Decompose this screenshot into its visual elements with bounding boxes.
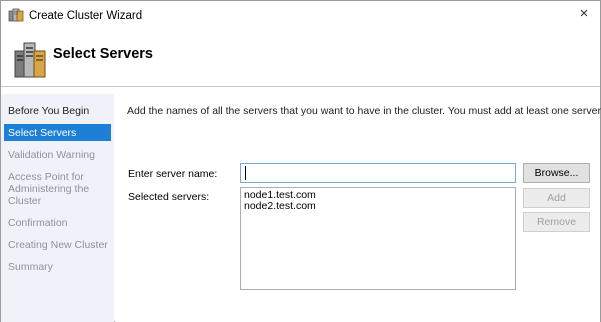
wizard-content: Add the names of all the servers that yo… [115, 94, 601, 322]
remove-button[interactable]: Remove [523, 212, 590, 232]
step-before-you-begin[interactable]: Before You Begin [4, 102, 111, 119]
title-bar: Create Cluster Wizard × [1, 1, 600, 30]
instructions-text: Add the names of all the servers that yo… [127, 105, 601, 117]
wizard-header: Select Servers [1, 30, 600, 86]
create-cluster-wizard-window: Create Cluster Wizard × Select Servers B… [0, 0, 601, 322]
step-confirmation: Confirmation [8, 217, 68, 229]
step-creating-new-cluster: Creating New Cluster [8, 239, 108, 251]
header-divider [1, 86, 600, 87]
step-access-point: Access Point for Administering the Clust… [8, 171, 90, 207]
cluster-wizard-icon [8, 8, 24, 22]
browse-button[interactable]: Browse... [523, 163, 590, 183]
list-item[interactable]: node2.test.com [244, 201, 512, 212]
close-button[interactable]: × [576, 6, 592, 22]
add-button[interactable]: Add [523, 188, 590, 208]
step-summary: Summary [8, 261, 53, 273]
step-select-servers[interactable]: Select Servers [4, 124, 111, 141]
wizard-steps-sidebar: Before You Begin Select Servers Validati… [1, 94, 114, 322]
window-title: Create Cluster Wizard [29, 10, 143, 22]
selected-servers-label: Selected servers: [128, 191, 210, 203]
page-title: Select Servers [53, 46, 153, 62]
selected-servers-list[interactable]: node1.test.com node2.test.com [240, 187, 516, 290]
servers-icon [13, 39, 47, 81]
server-name-input[interactable] [240, 163, 516, 183]
text-cursor [245, 166, 246, 180]
step-validation-warning: Validation Warning [8, 149, 95, 161]
server-name-label: Enter server name: [128, 168, 218, 180]
